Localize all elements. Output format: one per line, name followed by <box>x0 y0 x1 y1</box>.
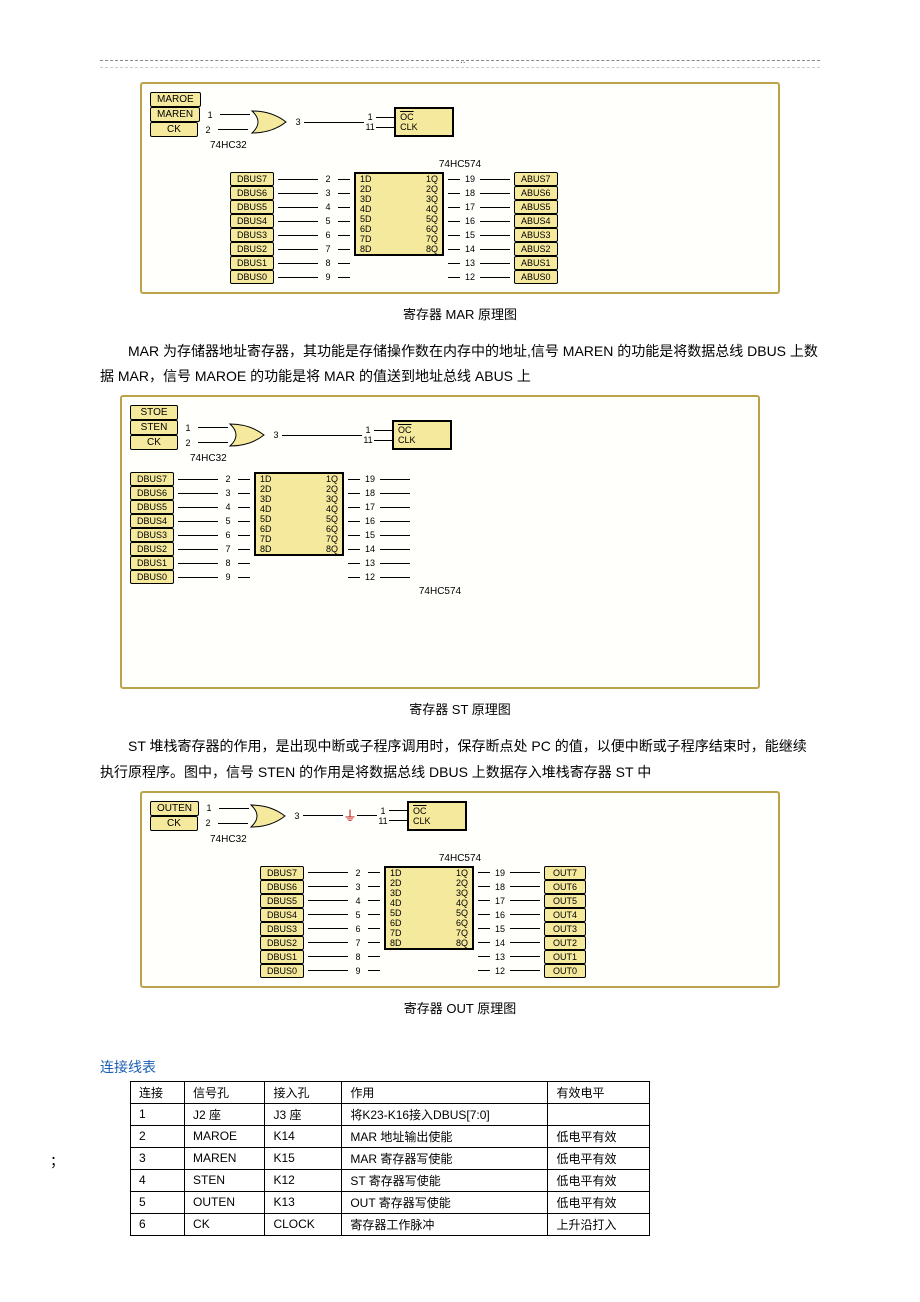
signal-tag: MAROE <box>150 92 201 107</box>
ground-icon: ⏚ <box>343 806 357 826</box>
chip-74hc32-label: 74HC32 <box>210 834 770 845</box>
bus-tag: OUT7 <box>544 866 586 880</box>
bus-tag: DBUS2 <box>260 936 304 950</box>
signal-tag: CK <box>150 122 198 137</box>
table-header: 连接 <box>131 1081 185 1103</box>
bus-tag: OUT2 <box>544 936 586 950</box>
bus-tag: DBUS5 <box>230 200 274 214</box>
table-row: 1J2 座J3 座将K23-K16接入DBUS[7:0] <box>131 1103 650 1125</box>
abus-right-column: 19ABUS718ABUS617ABUS516ABUS415ABUS314ABU… <box>448 172 558 284</box>
bus-tag: DBUS6 <box>130 486 174 500</box>
table-header: 接入孔 <box>265 1081 342 1103</box>
bus-tag: ABUS6 <box>514 186 558 200</box>
bus-tag: DBUS5 <box>260 894 304 908</box>
bus-tag: DBUS0 <box>130 570 174 584</box>
bus-tag: DBUS1 <box>260 950 304 964</box>
bus-tag: DBUS3 <box>230 228 274 242</box>
bus-tag: DBUS6 <box>260 880 304 894</box>
divider <box>100 67 820 68</box>
bus-tag: OUT0 <box>544 964 586 978</box>
table-row: 6CKCLOCK寄存器工作脉冲上升沿打入 <box>131 1213 650 1235</box>
bus-tag: DBUS7 <box>230 172 274 186</box>
or-gate-icon <box>228 422 270 448</box>
st-diagram: STOE STEN1 CK2 3 1 11 OC CLK 74HC32 DBUS… <box>120 395 760 689</box>
signal-tag: MAREN <box>150 107 200 122</box>
bus-tag: ABUS5 <box>514 200 558 214</box>
dbus-left-column: DBUS72DBUS63DBUS54DBUS45DBUS36DBUS27DBUS… <box>230 172 350 284</box>
signal-tag: CK <box>150 816 198 831</box>
bus-tag: DBUS3 <box>260 922 304 936</box>
bus-tag: DBUS0 <box>260 964 304 978</box>
bus-tag: DBUS0 <box>230 270 274 284</box>
or-gate-icon <box>250 109 292 135</box>
bus-tag: ABUS1 <box>514 256 558 270</box>
table-title: 连接线表 <box>100 1057 820 1077</box>
chip-74hc574-label: 74HC574 <box>439 853 481 864</box>
bus-tag: ABUS2 <box>514 242 558 256</box>
table-row: 4STENK12ST 寄存器写使能低电平有效 <box>131 1169 650 1191</box>
bus-tag: ABUS7 <box>514 172 558 186</box>
right-pins-column: 1918171615141312 <box>348 472 410 584</box>
table-header: 有效电平 <box>548 1081 650 1103</box>
or-gate-icon <box>249 803 291 829</box>
bus-tag: OUT5 <box>544 894 586 908</box>
bus-tag: DBUS1 <box>230 256 274 270</box>
out-diagram: OUTEN1 CK2 3 ⏚ 1 11 OC CLK 74HC32 74HC57… <box>140 791 780 988</box>
out-caption: 寄存器 OUT 原理图 <box>100 998 820 1017</box>
bus-tag: OUT4 <box>544 908 586 922</box>
chip-74hc32-label: 74HC32 <box>210 140 770 151</box>
chip-74hc32-label: 74HC32 <box>190 453 750 464</box>
bus-tag: OUT1 <box>544 950 586 964</box>
table-header: 作用 <box>342 1081 548 1103</box>
bus-tag: DBUS7 <box>130 472 174 486</box>
table-row: 3MARENK15MAR 寄存器写使能低电平有效 <box>131 1147 650 1169</box>
dbus-left-column: DBUS72DBUS63DBUS54DBUS45DBUS36DBUS27DBUS… <box>130 472 250 584</box>
bus-tag: DBUS7 <box>260 866 304 880</box>
chip-74hc574-label: 74HC574 <box>419 586 461 597</box>
bus-tag: DBUS2 <box>230 242 274 256</box>
signal-tag: OUTEN <box>150 801 199 816</box>
signal-tag: STEN <box>130 420 178 435</box>
bus-tag: DBUS4 <box>260 908 304 922</box>
bus-tag: DBUS3 <box>130 528 174 542</box>
bus-tag: DBUS1 <box>130 556 174 570</box>
bus-tag: DBUS5 <box>130 500 174 514</box>
signal-tag: STOE <box>130 405 178 420</box>
bus-tag: ABUS0 <box>514 270 558 284</box>
bus-tag: ABUS3 <box>514 228 558 242</box>
mar-caption: 寄存器 MAR 原理图 <box>100 304 820 323</box>
page-header-rule: .. <box>100 60 820 61</box>
wiring-table: 连接信号孔接入孔作用有效电平 1J2 座J3 座将K23-K16接入DBUS[7… <box>130 1081 650 1236</box>
bus-tag: DBUS6 <box>230 186 274 200</box>
bus-tag: DBUS2 <box>130 542 174 556</box>
table-row: 5OUTENK13OUT 寄存器写使能低电平有效 <box>131 1191 650 1213</box>
st-caption: 寄存器 ST 原理图 <box>100 699 820 718</box>
bus-tag: OUT3 <box>544 922 586 936</box>
signal-tag: CK <box>130 435 178 450</box>
st-paragraph: ST 堆栈寄存器的作用，是出现中断或子程序调用时，保存断点处 PC 的值，以便中… <box>100 734 820 784</box>
bus-tag: DBUS4 <box>230 214 274 228</box>
out-right-column: 19OUT718OUT617OUT516OUT415OUT314OUT213OU… <box>478 866 586 978</box>
bus-tag: DBUS4 <box>130 514 174 528</box>
mar-paragraph: MAR 为存储器地址寄存器，其功能是存储操作数在内存中的地址,信号 MAREN … <box>100 339 820 389</box>
mar-diagram: MAROE MAREN1 CK2 3 1 11 OC CLK 74HC32 74… <box>140 82 780 294</box>
table-header: 信号孔 <box>185 1081 265 1103</box>
table-row: 2MAROEK14MAR 地址输出使能低电平有效 <box>131 1125 650 1147</box>
header-marker: .. <box>460 55 466 66</box>
dbus-left-column: DBUS72DBUS63DBUS54DBUS45DBUS36DBUS27DBUS… <box>260 866 380 978</box>
bus-tag: OUT6 <box>544 880 586 894</box>
chip-74hc574-label: 74HC574 <box>439 159 481 170</box>
bus-tag: ABUS4 <box>514 214 558 228</box>
